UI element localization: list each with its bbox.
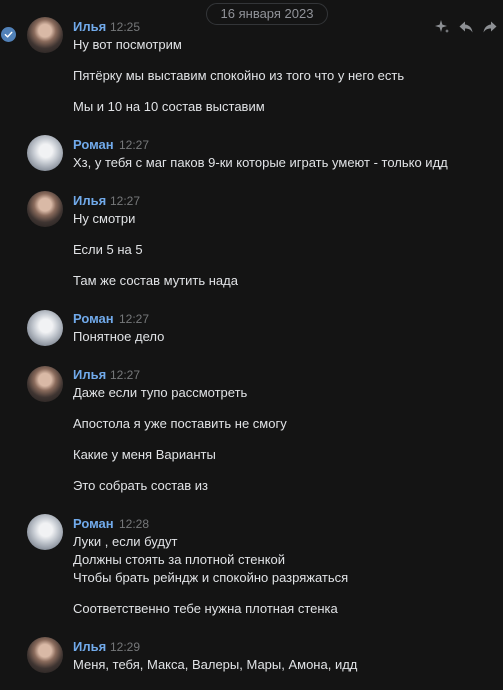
message-text: Ну вот посмотрим [73, 37, 182, 52]
message-text: Там же состав мутить нада [73, 273, 238, 288]
message-time[interactable]: 12:25 [110, 19, 140, 35]
avatar[interactable] [27, 310, 63, 346]
message-text: Чтобы брать рейндж и спокойно разряжатьс… [73, 570, 349, 585]
author-name[interactable]: Илья [73, 367, 106, 383]
check-circle-icon[interactable] [1, 27, 16, 42]
message-text: Если 5 на 5 [73, 242, 143, 257]
message-text: Апостола я уже поставить не смогу [73, 416, 287, 431]
message-text: Даже если тупо рассмотреть [73, 385, 248, 400]
message-time[interactable]: 12:27 [119, 137, 149, 153]
avatar[interactable] [27, 135, 63, 171]
message-text: Мы и 10 на 10 состав выставим [73, 99, 265, 114]
message-text: Соответственно тебе нужна плотная стенка [73, 601, 338, 616]
message-text: Это собрать состав из [73, 478, 208, 493]
message-time[interactable]: 12:27 [110, 193, 140, 209]
author-name[interactable]: Роман [73, 137, 114, 153]
avatar[interactable] [27, 191, 63, 227]
reply-icon[interactable] [457, 18, 475, 36]
message-text: Ну смотри [73, 211, 136, 226]
message-actions [433, 18, 499, 36]
author-name[interactable]: Роман [73, 516, 114, 532]
message-text: Понятное дело [73, 329, 165, 344]
author-name[interactable]: Илья [73, 19, 106, 35]
message-time[interactable]: 12:29 [110, 639, 140, 655]
message-time[interactable]: 12:27 [119, 311, 149, 327]
author-name[interactable]: Роман [73, 311, 114, 327]
sparkle-icon[interactable] [433, 18, 451, 36]
message-text: Должны стоять за плотной стенкой [73, 552, 286, 567]
message-text: Пятёрку мы выставим спокойно из того что… [73, 68, 405, 83]
avatar[interactable] [27, 637, 63, 673]
date-divider: 16 января 2023 [206, 3, 328, 25]
message-text: Меня, тебя, Макса, Валеры, Мары, Амона, … [73, 657, 358, 672]
avatar[interactable] [27, 366, 63, 402]
forward-icon[interactable] [481, 18, 499, 36]
author-name[interactable]: Илья [73, 639, 106, 655]
message-time[interactable]: 12:27 [110, 367, 140, 383]
message-text: Хз, у тебя с маг паков 9-ки которые игра… [73, 155, 448, 170]
message-text: Луки , если будут [73, 534, 178, 549]
avatar[interactable] [27, 17, 63, 53]
message-text: Какие у меня Варианты [73, 447, 216, 462]
avatar[interactable] [27, 514, 63, 550]
author-name[interactable]: Илья [73, 193, 106, 209]
message-time[interactable]: 12:28 [119, 516, 149, 532]
